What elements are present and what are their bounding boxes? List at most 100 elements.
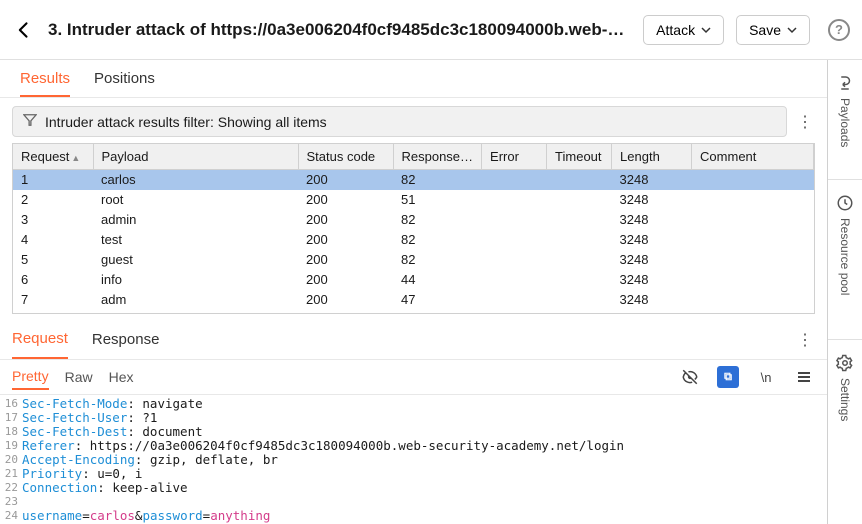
clock-icon — [836, 194, 854, 212]
cell: 200 — [298, 190, 393, 210]
line-number: 19 — [0, 439, 22, 453]
attack-button[interactable]: Attack — [643, 15, 724, 45]
cell: 82 — [393, 210, 482, 230]
code-line: 16Sec-Fetch-Mode: navigate — [0, 397, 827, 411]
code-content: username=carlos&password=anything — [22, 509, 270, 523]
cell: 3248 — [612, 170, 692, 190]
view-tab-pretty[interactable]: Pretty — [12, 364, 49, 390]
hamburger-icon[interactable] — [793, 366, 815, 388]
code-line: 22Connection: keep-alive — [0, 481, 827, 495]
sort-asc-icon: ▲ — [71, 153, 80, 163]
cell — [547, 210, 612, 230]
cell — [482, 170, 547, 190]
cell: 200 — [298, 290, 393, 310]
tab-positions[interactable]: Positions — [94, 60, 155, 97]
code-line: 21Priority: u=0, i — [0, 467, 827, 481]
chevron-down-icon — [701, 22, 711, 38]
column-header[interactable]: Comment — [692, 144, 814, 170]
sidebar-item-payloads[interactable]: Payloads — [828, 60, 862, 180]
right-sidebar: Payloads Resource pool Settings — [828, 60, 862, 524]
cell: 3248 — [612, 290, 692, 310]
cell: 3 — [13, 210, 93, 230]
code-line: 18Sec-Fetch-Dest: document — [0, 425, 827, 439]
cell — [692, 230, 814, 250]
cell — [692, 210, 814, 230]
cell — [482, 290, 547, 310]
table-row[interactable]: 2root200513248 — [13, 190, 814, 210]
sidebar-label: Resource pool — [838, 218, 852, 295]
column-header[interactable]: Response… — [393, 144, 482, 170]
cell — [547, 270, 612, 290]
request-menu-icon[interactable]: ⋮ — [795, 330, 815, 350]
results-menu-icon[interactable]: ⋮ — [795, 112, 815, 132]
column-header[interactable]: Length — [612, 144, 692, 170]
filter-box[interactable]: Intruder attack results filter: Showing … — [12, 106, 787, 137]
table-row[interactable]: 5guest200823248 — [13, 250, 814, 270]
cell: 5 — [13, 250, 93, 270]
cell: 200 — [298, 250, 393, 270]
code-line: 17Sec-Fetch-User: ?1 — [0, 411, 827, 425]
view-tab-raw[interactable]: Raw — [65, 365, 93, 389]
cell: 4 — [13, 230, 93, 250]
code-content: Referer: https://0a3e006204f0cf9485dc3c1… — [22, 439, 624, 453]
cell: 6 — [13, 270, 93, 290]
tab-response[interactable]: Response — [92, 321, 160, 358]
code-line: 19Referer: https://0a3e006204f0cf9485dc3… — [0, 439, 827, 453]
line-number: 21 — [0, 467, 22, 481]
view-tab-hex[interactable]: Hex — [109, 365, 134, 389]
tab-request[interactable]: Request — [12, 320, 68, 359]
cell: carlos — [93, 170, 298, 190]
save-button[interactable]: Save — [736, 15, 810, 45]
line-number: 22 — [0, 481, 22, 495]
code-content: Connection: keep-alive — [22, 481, 188, 495]
cell: adm — [93, 290, 298, 310]
cell: info — [93, 270, 298, 290]
cell — [547, 250, 612, 270]
cell: 3248 — [612, 210, 692, 230]
code-content: Priority: u=0, i — [22, 467, 142, 481]
top-tabs: Results Positions — [0, 60, 827, 98]
column-header[interactable]: Request▲ — [13, 144, 93, 170]
table-row[interactable]: 7adm20047 3248 — [13, 290, 814, 310]
table-row[interactable]: 4test200823248 — [13, 230, 814, 250]
sidebar-item-resource-pool[interactable]: Resource pool — [828, 180, 862, 340]
cell — [547, 290, 612, 310]
gear-icon — [836, 354, 854, 372]
request-response-tabs: Request Response ⋮ — [0, 320, 827, 360]
column-header[interactable]: Timeout — [547, 144, 612, 170]
column-header[interactable]: Error — [482, 144, 547, 170]
cell — [482, 210, 547, 230]
cell — [692, 190, 814, 210]
cell: 200 — [298, 270, 393, 290]
tab-results[interactable]: Results — [20, 60, 70, 97]
sidebar-label: Payloads — [838, 98, 852, 147]
cell — [547, 170, 612, 190]
chevron-down-icon — [787, 22, 797, 38]
save-button-label: Save — [749, 22, 781, 38]
code-content: Sec-Fetch-User: ?1 — [22, 411, 157, 425]
line-number: 18 — [0, 425, 22, 439]
cell: test — [93, 230, 298, 250]
cell: 200 — [298, 210, 393, 230]
cell: 200 — [298, 230, 393, 250]
visibility-off-icon[interactable] — [679, 366, 701, 388]
table-row[interactable]: 3admin200823248 — [13, 210, 814, 230]
cell: 51 — [393, 190, 482, 210]
sidebar-item-settings[interactable]: Settings — [828, 340, 862, 460]
help-icon[interactable]: ? — [828, 19, 850, 41]
cell: 3248 — [612, 230, 692, 250]
column-header[interactable]: Status code — [298, 144, 393, 170]
request-body-editor[interactable]: 16Sec-Fetch-Mode: navigate17Sec-Fetch-Us… — [0, 395, 827, 524]
cell: 82 — [393, 170, 482, 190]
cell: 47 — [393, 290, 482, 310]
back-arrow-icon[interactable] — [12, 18, 36, 42]
newline-toggle-icon[interactable]: ⧉ — [717, 366, 739, 388]
column-header[interactable]: Payload — [93, 144, 298, 170]
cell: 7 — [13, 290, 93, 310]
results-table[interactable]: Request▲PayloadStatus codeResponse…Error… — [12, 143, 815, 314]
code-content: Sec-Fetch-Dest: document — [22, 425, 203, 439]
table-row[interactable]: 1carlos200823248 — [13, 170, 814, 190]
cell: 2 — [13, 190, 93, 210]
table-row[interactable]: 6info200443248 — [13, 270, 814, 290]
line-wrap-icon[interactable]: \n — [755, 366, 777, 388]
